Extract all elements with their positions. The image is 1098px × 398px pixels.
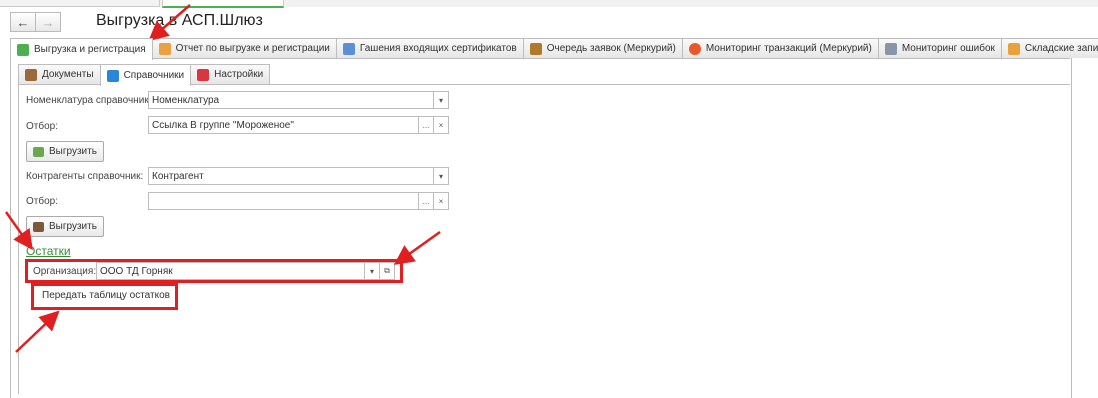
arrow-to-balances-link [4,211,33,251]
upload-icon [17,43,29,56]
tab-directories[interactable]: Справочники [99,64,192,86]
arrow-to-send-button [15,310,60,353]
arrow-to-main-tab [148,4,191,42]
tab-upload-registration[interactable]: Выгрузка и регистрация [10,38,153,60]
tab-label: Выгрузка и регистрация [34,44,146,55]
directory-icon [106,69,119,82]
arrow-to-organization [393,230,441,265]
tab-label: Справочники [123,70,185,81]
annotation-arrows [4,4,441,353]
